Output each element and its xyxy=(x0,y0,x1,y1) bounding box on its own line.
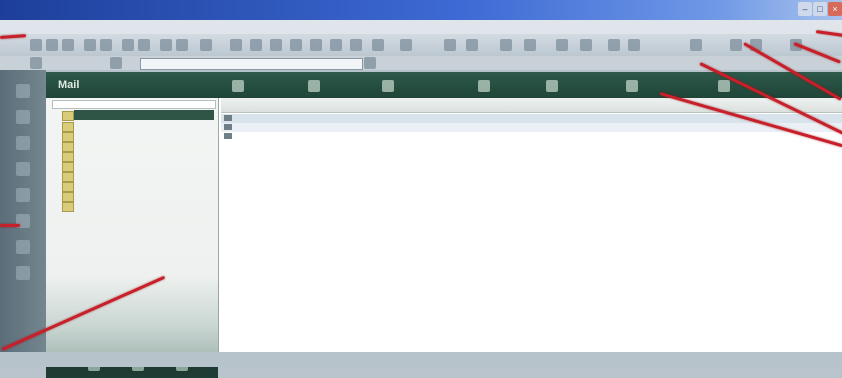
forward-icon xyxy=(382,79,394,92)
toolbar-icon[interactable] xyxy=(608,39,620,51)
maximize-icon[interactable]: □ xyxy=(813,2,827,16)
folder-item[interactable] xyxy=(62,131,214,142)
toolbar-icon[interactable] xyxy=(138,39,150,51)
toolbar-icon[interactable] xyxy=(30,39,42,51)
folder-icon xyxy=(62,172,74,182)
mail-window: Mail xyxy=(46,72,842,378)
minimize-icon[interactable]: – xyxy=(798,2,812,16)
launcher-icon[interactable] xyxy=(16,188,30,202)
folder-icon xyxy=(62,152,74,162)
new-button[interactable] xyxy=(232,77,247,93)
message-list xyxy=(221,98,842,352)
toolbar-icon[interactable] xyxy=(372,39,384,51)
send-receive-button[interactable] xyxy=(546,77,561,93)
launcher-icon[interactable] xyxy=(16,110,30,124)
close-icon[interactable]: × xyxy=(828,2,842,16)
toolbar-icon[interactable] xyxy=(200,39,212,51)
toolbar-icon[interactable] xyxy=(176,39,188,51)
toolbar-icon[interactable] xyxy=(100,39,112,51)
toolbar-icon[interactable] xyxy=(580,39,592,51)
forward-button[interactable] xyxy=(382,77,397,93)
folder-item[interactable] xyxy=(62,121,214,132)
toolbar-icon[interactable] xyxy=(730,39,742,51)
go-icon[interactable] xyxy=(364,57,376,69)
status-bar xyxy=(0,352,842,367)
column-header xyxy=(221,98,842,113)
table-row[interactable] xyxy=(221,132,842,141)
toolbar-icon[interactable] xyxy=(524,39,536,51)
left-launcher-strip xyxy=(0,70,46,367)
toolbar-icon[interactable] xyxy=(250,39,262,51)
launcher-icon[interactable] xyxy=(16,240,30,254)
toolbar-icon[interactable] xyxy=(122,39,134,51)
folder-item[interactable] xyxy=(62,181,214,192)
toolbar-icon[interactable] xyxy=(110,57,122,69)
toolbar-icon[interactable] xyxy=(444,39,456,51)
launcher-icon[interactable] xyxy=(16,266,30,280)
toolbar-icon[interactable] xyxy=(160,39,172,51)
folder-item[interactable] xyxy=(62,191,214,202)
tools-icon xyxy=(626,79,638,92)
main-toolbar xyxy=(0,34,842,57)
envelope-icon xyxy=(224,133,232,139)
toolbar-icon[interactable] xyxy=(500,39,512,51)
toolbar-icon[interactable] xyxy=(350,39,362,51)
table-row[interactable] xyxy=(221,123,842,132)
address-toolbar xyxy=(0,56,842,70)
toolbar-icon[interactable] xyxy=(400,39,412,51)
toolbar-icon[interactable] xyxy=(290,39,302,51)
folder-item[interactable] xyxy=(62,171,214,182)
toolbar-icon[interactable] xyxy=(690,39,702,51)
folder-icon xyxy=(62,111,74,121)
reply-icon xyxy=(308,79,320,92)
delete-icon xyxy=(478,79,490,92)
toolbar-icon[interactable] xyxy=(230,39,242,51)
reply-button[interactable] xyxy=(308,77,323,93)
folder-icon xyxy=(62,192,74,202)
toolbar-icon[interactable] xyxy=(628,39,640,51)
toolbar-icon[interactable] xyxy=(330,39,342,51)
window-titlebar: – □ × xyxy=(0,0,842,20)
menu-bar xyxy=(0,20,842,34)
folder-icon xyxy=(62,122,74,132)
envelope-icon xyxy=(224,115,232,121)
address-field[interactable] xyxy=(140,58,363,70)
toolbar-icon[interactable] xyxy=(270,39,282,51)
new-mail-icon xyxy=(232,79,244,92)
folder-item[interactable] xyxy=(62,110,214,121)
delete-button[interactable] xyxy=(478,77,493,93)
launcher-icon[interactable] xyxy=(16,136,30,150)
send-receive-icon xyxy=(546,79,558,92)
launcher-icon[interactable] xyxy=(16,162,30,176)
folder-search-input[interactable] xyxy=(52,100,216,109)
toolbar-icon[interactable] xyxy=(466,39,478,51)
gear-icon xyxy=(718,79,730,92)
toolbar-icon[interactable] xyxy=(46,39,58,51)
folder-icon xyxy=(62,142,74,152)
annotation-arrow xyxy=(0,224,20,227)
folder-item[interactable] xyxy=(62,151,214,162)
folder-icon xyxy=(62,182,74,192)
toolbar-icon[interactable] xyxy=(556,39,568,51)
envelope-icon xyxy=(224,124,232,130)
folder-item[interactable] xyxy=(62,201,214,212)
toolbar-icon[interactable] xyxy=(310,39,322,51)
mail-title: Mail xyxy=(58,79,80,91)
launcher-icon[interactable] xyxy=(16,84,30,98)
toolbar-icon[interactable] xyxy=(62,39,74,51)
folder-item[interactable] xyxy=(62,161,214,172)
folder-icon xyxy=(62,162,74,172)
folder-item[interactable] xyxy=(62,141,214,152)
folder-icon xyxy=(62,202,74,212)
tools-button[interactable] xyxy=(626,77,641,93)
folder-pane xyxy=(46,98,219,378)
toolbar-icon[interactable] xyxy=(84,39,96,51)
toolbar-icon[interactable] xyxy=(30,57,42,69)
folder-icon xyxy=(62,132,74,142)
